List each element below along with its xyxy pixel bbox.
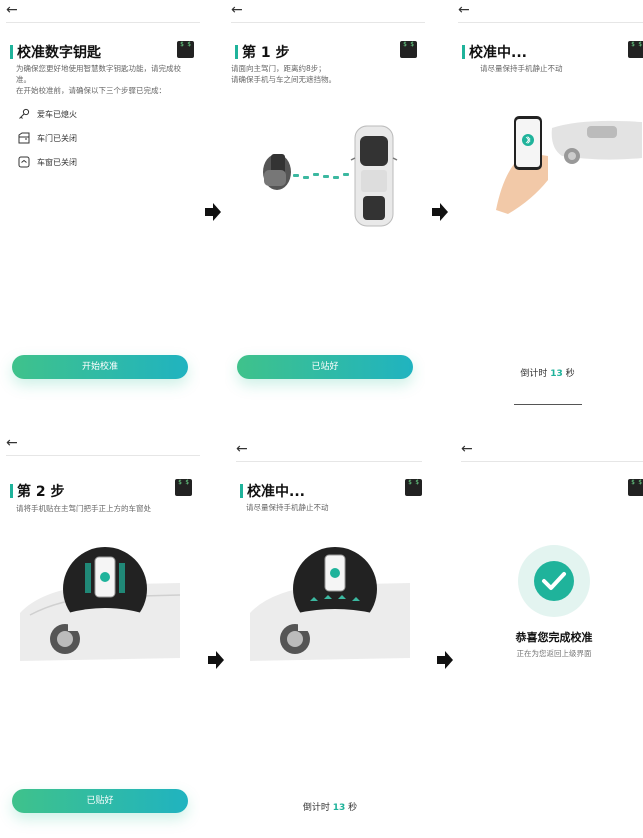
- flow-arrow-icon: [437, 651, 453, 669]
- check-item-label: 车门已关闭: [37, 133, 77, 143]
- header-divider: [231, 22, 425, 23]
- success-title: 恭喜您完成校准: [515, 631, 593, 644]
- car-window-icon: [18, 156, 30, 168]
- back-arrow-icon[interactable]: ←: [6, 2, 18, 18]
- check-item-doors-closed: 车门已关闭: [18, 132, 77, 144]
- back-arrow-icon[interactable]: ←: [6, 435, 18, 451]
- back-arrow-icon[interactable]: ←: [231, 2, 243, 18]
- flow-arrow-icon: [208, 651, 224, 669]
- screen-calibrating-2: ← 校准中... $ $ 请尽量保持手机静止不动 倒计时 13 秒: [230, 433, 430, 838]
- title-accent-bar: [240, 484, 243, 498]
- instructions-text: 请将手机贴在主驾门把手正上方的车窗处: [16, 504, 151, 513]
- digital-key-chip-icon: $ $: [177, 41, 194, 58]
- instructions-line-2: 在开始校准前，请确保以下三个步骤已完成：: [16, 86, 166, 95]
- back-arrow-icon[interactable]: ←: [236, 441, 248, 457]
- header-divider: [236, 461, 422, 462]
- countdown-text: 倒计时 13 秒: [230, 800, 430, 813]
- flow-arrow-icon: [432, 203, 448, 221]
- instructions-line-2: 请确保手机与车之间无遮挡物。: [231, 75, 336, 84]
- countdown-suffix: 秒: [348, 803, 358, 813]
- car-door-icon: [18, 132, 30, 144]
- countdown-seconds: 13: [550, 369, 563, 379]
- header-divider: [458, 22, 643, 23]
- back-arrow-icon[interactable]: ←: [458, 2, 470, 18]
- flow-arrow-icon: [205, 203, 221, 221]
- title-row: 校准中...: [240, 481, 305, 501]
- page-title: 校准中...: [469, 45, 527, 61]
- phone-on-car-window-signal-illustration: [250, 547, 410, 661]
- success-check-icon: [518, 545, 590, 617]
- screen-calibration-complete: ← $ $ 恭喜您完成校准 正在为您返回上级界面: [455, 433, 643, 838]
- header-divider: [6, 22, 200, 23]
- header-divider: [461, 461, 643, 462]
- page-title: 第 2 步: [17, 484, 65, 500]
- digital-key-chip-icon: $ $: [400, 41, 417, 58]
- page-title: 校准数字钥匙: [17, 45, 101, 61]
- instructions-line-1: 请面向主驾门，距离约8步；: [231, 64, 326, 73]
- standing-ready-button[interactable]: 已站好: [237, 355, 413, 379]
- key-icon: [19, 108, 30, 119]
- phone-to-car-distance-illustration: [263, 125, 398, 227]
- title-row: 校准中...: [462, 42, 527, 62]
- digital-key-chip-icon: $ $: [628, 479, 643, 496]
- screen-step-2: ← 第 2 步 $ $ 请将手机贴在主驾门把手正上方的车窗处 已贴好: [0, 433, 200, 838]
- countdown-text: 倒计时 13 秒: [452, 366, 643, 379]
- title-accent-bar: [10, 484, 13, 498]
- page-title: 校准中...: [247, 484, 305, 500]
- title-accent-bar: [10, 45, 13, 59]
- instructions-text: 请尽量保持手机静止不动: [246, 503, 329, 512]
- check-item-label: 车窗已关闭: [37, 157, 77, 167]
- instructions-text: 请面向主驾门，距离约8步； 请确保手机与车之间无遮挡物。: [231, 63, 409, 85]
- digital-key-chip-icon: $ $: [175, 479, 192, 496]
- hand-holding-phone-illustration: [496, 116, 642, 214]
- digital-key-chip-icon: $ $: [405, 479, 422, 496]
- back-arrow-icon[interactable]: ←: [461, 441, 473, 457]
- check-item-label: 爱车已熄火: [37, 109, 77, 119]
- attached-ready-button[interactable]: 已贴好: [12, 789, 188, 813]
- success-subtitle: 正在为您返回上级界面: [516, 649, 592, 658]
- screen-calibrating-1: ← 校准中... $ $ 请尽量保持手机静止不动 倒计时 13 秒: [452, 0, 643, 405]
- title-accent-bar: [235, 45, 238, 59]
- instructions-line-1: 为确保您更好地使用智慧数字钥匙功能，请完成校准。: [16, 64, 181, 84]
- countdown-prefix: 倒计时: [302, 803, 330, 813]
- header-divider: [6, 455, 200, 456]
- title-row: 第 2 步: [10, 481, 65, 501]
- start-calibration-button[interactable]: 开始校准: [12, 355, 188, 379]
- page-title: 第 1 步: [242, 45, 290, 61]
- phone-on-car-window-illustration: [20, 547, 180, 661]
- screen-step-1: ← 第 1 步 $ $ 请面向主驾门，距离约8步； 请确保手机与车之间无遮挡物。…: [225, 0, 425, 405]
- instructions-text: 请尽量保持手机静止不动: [480, 64, 563, 73]
- title-accent-bar: [462, 45, 465, 59]
- digital-key-chip-icon: $ $: [628, 41, 643, 58]
- title-row: 第 1 步: [235, 42, 290, 62]
- home-indicator: [514, 404, 582, 405]
- screen-start-calibration: ← 校准数字钥匙 $ $ 为确保您更好地使用智慧数字钥匙功能，请完成校准。 在开…: [0, 0, 200, 405]
- countdown-suffix: 秒: [565, 369, 575, 379]
- check-item-engine-off: 爱车已熄火: [18, 108, 77, 120]
- countdown-prefix: 倒计时: [520, 369, 548, 379]
- check-item-windows-closed: 车窗已关闭: [18, 156, 77, 168]
- title-row: 校准数字钥匙: [10, 42, 101, 62]
- instructions-text: 为确保您更好地使用智慧数字钥匙功能，请完成校准。 在开始校准前，请确保以下三个步…: [16, 63, 194, 96]
- countdown-seconds: 13: [332, 803, 346, 813]
